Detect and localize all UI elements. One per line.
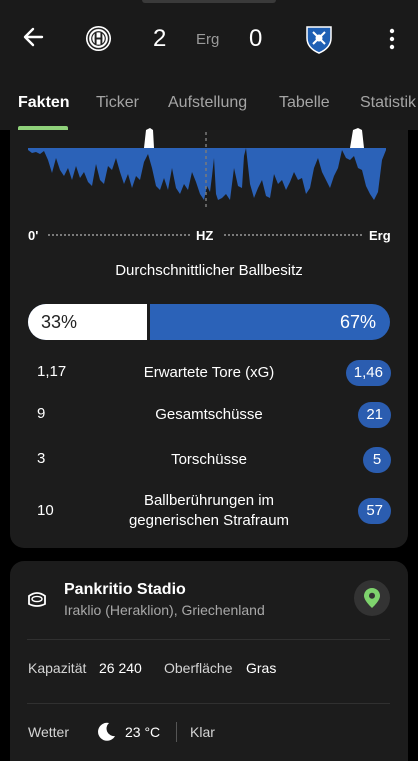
timeline-start-label: 0': [28, 228, 39, 243]
away-possession-value: 67%: [339, 312, 376, 332]
stat-home-value: 1,17: [37, 363, 67, 380]
tab-fakten[interactable]: Fakten: [18, 94, 70, 112]
temperature-value: 23 °C: [125, 724, 161, 740]
stat-away-value: 57: [358, 498, 391, 524]
venue-divider-2: [27, 703, 390, 704]
match-status: Erg: [196, 31, 220, 48]
weather-condition: Klar: [190, 724, 215, 740]
map-location-button[interactable]: [354, 580, 390, 616]
venue-name: Pankritio Stadio: [64, 581, 186, 598]
home-team-logo[interactable]: [85, 25, 112, 52]
stat-row-shots-on-target: 3 Torschüsse 5: [0, 447, 418, 473]
stat-away-value: 1,46: [345, 360, 391, 386]
stat-away-value: 5: [363, 447, 391, 473]
status-bar-notch: [142, 0, 276, 3]
match-timeline: 0' HZ Erg: [28, 222, 391, 246]
stat-home-value: 10: [37, 502, 54, 519]
stat-row-box-touches: 10 Ballberührungen im gegnerischen Straf…: [0, 491, 418, 531]
timeline-dots-second-half: [224, 234, 362, 236]
stat-label: Erwartete Tore (xG): [143, 364, 275, 381]
tab-statistik[interactable]: Statistik: [360, 94, 416, 112]
surface-label: Oberfläche: [164, 660, 233, 676]
tab-bar: Fakten Ticker Aufstellung Tabelle Statis…: [0, 92, 418, 130]
stadium-icon: [28, 592, 46, 607]
possession-title: Durchschnittlicher Ballbesitz: [115, 262, 303, 279]
weather-label: Wetter: [28, 724, 69, 740]
moon-icon: [98, 722, 115, 741]
capacity-label: Kapazität: [28, 660, 87, 676]
venue-location: Iraklio (Heraklion), Griechenland: [64, 602, 265, 618]
stat-label: Gesamtschüsse: [155, 406, 263, 423]
home-score: 2: [153, 25, 167, 52]
possession-bar: 33% 67%: [28, 304, 390, 340]
stat-home-value: 9: [37, 405, 46, 422]
tab-tabelle[interactable]: Tabelle: [279, 94, 330, 112]
stat-label: Ballberührungen im gegnerischen Strafrau…: [128, 492, 290, 529]
venue-divider: [27, 639, 390, 640]
timeline-dots-first-half: [48, 234, 190, 236]
capacity-value: 26 240: [99, 660, 142, 676]
home-possession-value: 33%: [41, 312, 78, 332]
home-momentum-area: [144, 128, 364, 148]
momentum-chart: [28, 128, 386, 208]
timeline-end-label: Erg: [369, 228, 391, 243]
away-score: 0: [249, 25, 263, 52]
stat-label: Torschüsse: [171, 451, 247, 468]
back-arrow-icon[interactable]: [22, 26, 44, 48]
tab-ticker[interactable]: Ticker: [96, 94, 139, 112]
location-pin-icon: [364, 588, 380, 608]
stat-away-value: 21: [358, 402, 391, 428]
surface-value: Gras: [246, 660, 277, 676]
stat-row-xg: 1,17 Erwartete Tore (xG) 1,46: [0, 360, 418, 386]
timeline-half-label: HZ: [196, 228, 214, 243]
stat-row-shots: 9 Gesamtschüsse 21: [0, 402, 418, 428]
away-team-logo[interactable]: [305, 24, 333, 54]
more-vert-icon[interactable]: [384, 27, 400, 51]
stat-home-value: 3: [37, 450, 46, 467]
weather-separator: [176, 722, 177, 742]
tab-aufstellung[interactable]: Aufstellung: [168, 94, 247, 112]
possession-divider: [147, 304, 150, 340]
away-momentum-area: [28, 148, 386, 200]
